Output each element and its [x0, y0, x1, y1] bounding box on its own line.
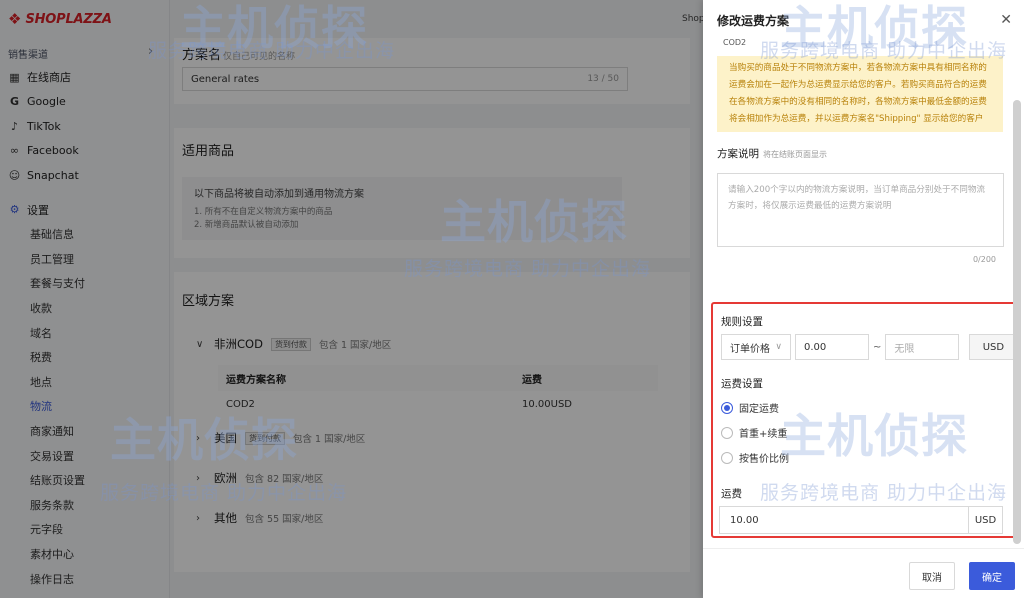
- modal-backdrop[interactable]: [0, 0, 703, 598]
- radio-percent-fee[interactable]: 按售价比例: [721, 450, 789, 465]
- rule-row: 订单价格 ∨ 0.00 ~ 无限 USD: [721, 334, 1018, 360]
- description-label: 方案说明 将在结账页面显示: [717, 148, 827, 160]
- rule-min-input[interactable]: 0.00: [795, 334, 869, 360]
- radio-checked-icon: [721, 401, 733, 414]
- radio-weight-fee[interactable]: 首重+续重: [721, 425, 787, 440]
- highlight-box: 规则设置 订单价格 ∨ 0.00 ~ 无限 USD 运费设置 固定运费 首重+续…: [711, 302, 1018, 538]
- cancel-button[interactable]: 取消: [909, 562, 955, 590]
- confirm-button[interactable]: 确定: [969, 562, 1015, 590]
- rule-currency: USD: [969, 334, 1018, 360]
- rule-max-input[interactable]: 无限: [885, 334, 960, 360]
- close-icon[interactable]: ✕: [1000, 12, 1012, 28]
- fee-currency: USD: [968, 507, 1002, 533]
- warning-notice: 当购买的商品处于不同物流方案中，若各物流方案中具有相同名称的运费会加在一起作为总…: [717, 56, 1003, 132]
- radio-unchecked-icon: [721, 451, 733, 464]
- radio-label: 固定运费: [739, 404, 779, 415]
- description-hint: 将在结账页面显示: [763, 150, 827, 159]
- radio-fixed-fee[interactable]: 固定运费: [721, 400, 779, 415]
- description-counter: 0/200: [972, 255, 996, 264]
- drawer-footer: 取消 确定: [703, 548, 1024, 598]
- fee-label: 运费: [721, 488, 742, 500]
- description-textarea[interactable]: 请输入200个字以内的物流方案说明，当订单商品分别处于不同物流方案时，将仅展示运…: [717, 173, 1004, 247]
- radio-label: 按售价比例: [739, 454, 789, 465]
- radio-label: 首重+续重: [739, 429, 788, 440]
- radio-unchecked-icon: [721, 426, 733, 439]
- chevron-down-icon: ∨: [775, 342, 782, 352]
- fee-value: 10.00: [730, 514, 759, 526]
- edit-rate-drawer: 修改运费方案 ✕ COD2 当购买的商品处于不同物流方案中，若各物流方案中具有相…: [703, 0, 1024, 598]
- rate-name-label: COD2: [723, 38, 747, 47]
- range-separator: ~: [873, 341, 882, 353]
- fee-input[interactable]: 10.00 USD: [719, 506, 1003, 534]
- fee-settings-label: 运费设置: [721, 378, 763, 390]
- drawer-header: 修改运费方案 ✕: [703, 0, 1024, 40]
- drawer-title: 修改运费方案: [717, 13, 790, 28]
- rule-type-select[interactable]: 订单价格 ∨: [721, 334, 791, 360]
- rule-type-value: 订单价格: [730, 343, 770, 355]
- drawer-scrollbar[interactable]: [1013, 100, 1021, 544]
- rule-settings-label: 规则设置: [721, 316, 763, 328]
